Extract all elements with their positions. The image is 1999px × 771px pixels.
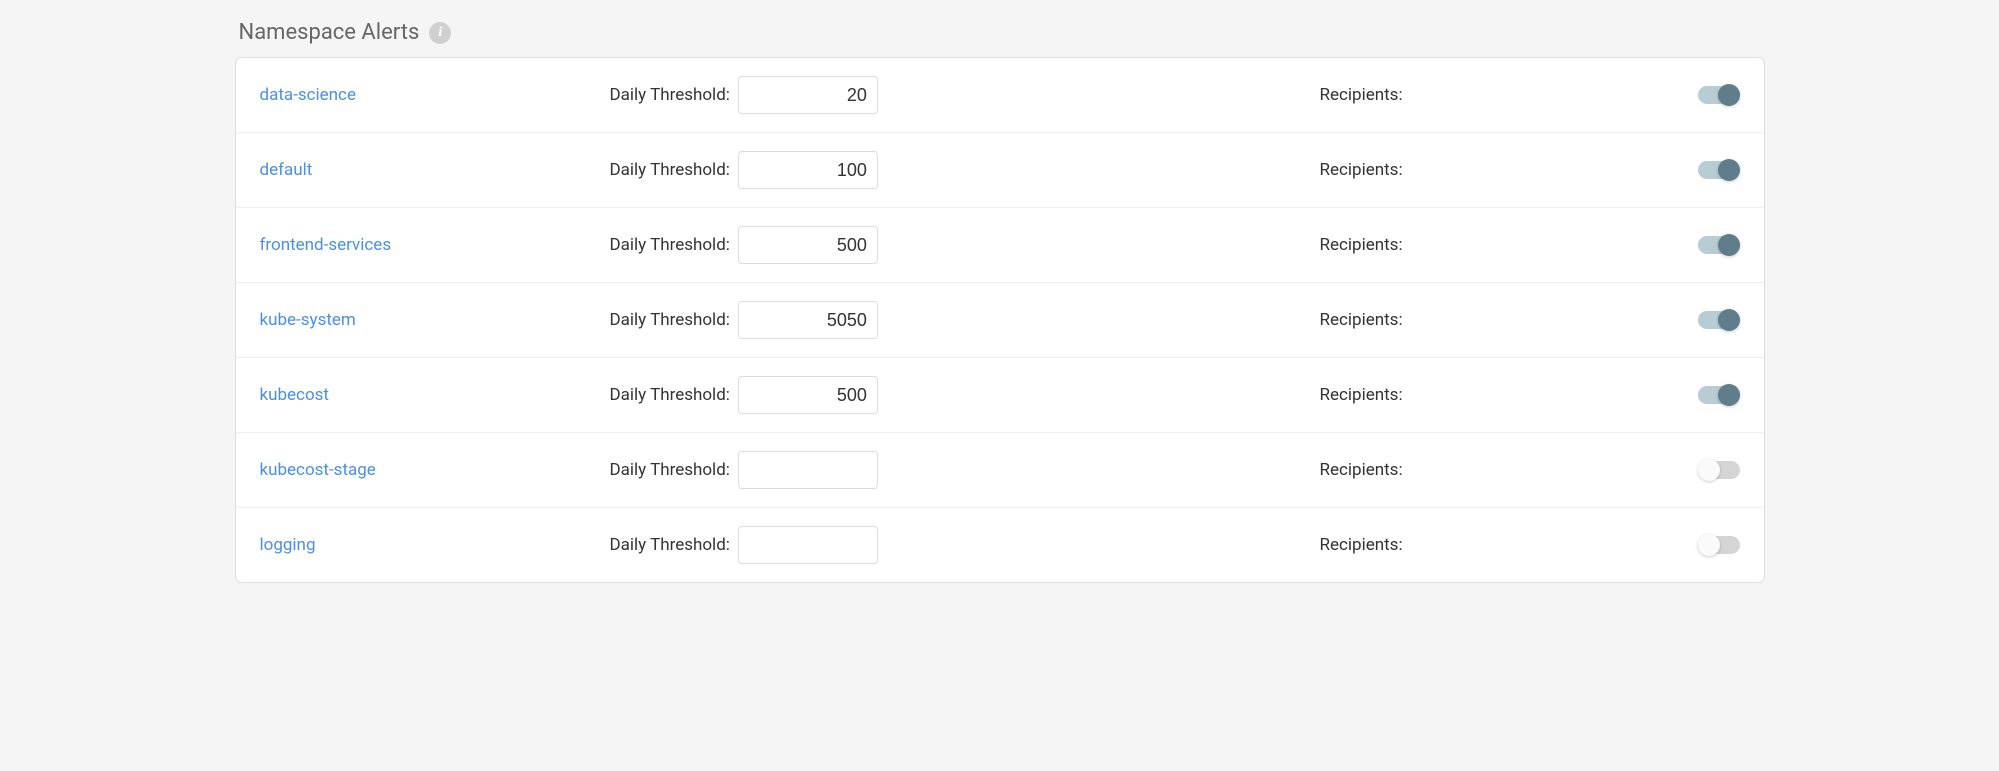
table-row: kubecost-stage Daily Threshold: Recipien… (236, 433, 1764, 508)
namespace-cell: kubecost (260, 385, 610, 405)
recipients-label: Recipients: (1320, 385, 1403, 405)
threshold-cell: Daily Threshold: (610, 151, 890, 189)
threshold-label: Daily Threshold: (610, 385, 730, 405)
namespace-cell: data-science (260, 85, 610, 105)
threshold-label: Daily Threshold: (610, 85, 730, 105)
enable-toggle[interactable] (1698, 311, 1740, 329)
table-row: data-science Daily Threshold: Recipients… (236, 58, 1764, 133)
namespace-link[interactable]: default (260, 160, 313, 180)
alerts-table: data-science Daily Threshold: Recipients… (235, 57, 1765, 583)
enable-toggle[interactable] (1698, 536, 1740, 554)
namespace-cell: default (260, 160, 610, 180)
threshold-input[interactable] (738, 226, 878, 264)
panel-title: Namespace Alerts (239, 20, 420, 45)
recipients-label: Recipients: (1320, 160, 1403, 180)
table-row: frontend-services Daily Threshold: Recip… (236, 208, 1764, 283)
threshold-input[interactable] (738, 451, 878, 489)
threshold-label: Daily Threshold: (610, 310, 730, 330)
namespace-cell: logging (260, 535, 610, 555)
recipients-label: Recipients: (1320, 460, 1403, 480)
namespace-link[interactable]: kube-system (260, 310, 356, 330)
info-icon[interactable]: i (429, 22, 451, 44)
threshold-cell: Daily Threshold: (610, 76, 890, 114)
recipients-cell: Recipients: (1320, 535, 1680, 555)
namespace-cell: kube-system (260, 310, 610, 330)
recipients-cell: Recipients: (1320, 85, 1680, 105)
enable-toggle[interactable] (1698, 86, 1740, 104)
namespace-link[interactable]: data-science (260, 85, 356, 105)
enable-toggle[interactable] (1698, 161, 1740, 179)
threshold-cell: Daily Threshold: (610, 526, 890, 564)
enable-toggle[interactable] (1698, 386, 1740, 404)
recipients-cell: Recipients: (1320, 460, 1680, 480)
threshold-label: Daily Threshold: (610, 460, 730, 480)
recipients-cell: Recipients: (1320, 385, 1680, 405)
panel-header: Namespace Alerts i (235, 20, 1765, 45)
threshold-input[interactable] (738, 151, 878, 189)
recipients-cell: Recipients: (1320, 310, 1680, 330)
enable-toggle[interactable] (1698, 236, 1740, 254)
recipients-cell: Recipients: (1320, 160, 1680, 180)
threshold-cell: Daily Threshold: (610, 301, 890, 339)
threshold-cell: Daily Threshold: (610, 376, 890, 414)
table-row: kubecost Daily Threshold: Recipients: (236, 358, 1764, 433)
threshold-cell: Daily Threshold: (610, 451, 890, 489)
table-row: default Daily Threshold: Recipients: (236, 133, 1764, 208)
namespace-cell: frontend-services (260, 235, 610, 255)
threshold-label: Daily Threshold: (610, 535, 730, 555)
table-row: logging Daily Threshold: Recipients: (236, 508, 1764, 582)
namespace-link[interactable]: frontend-services (260, 235, 392, 255)
namespace-link[interactable]: kubecost-stage (260, 460, 376, 480)
namespace-alerts-panel: Namespace Alerts i data-science Daily Th… (235, 20, 1765, 583)
threshold-input[interactable] (738, 76, 878, 114)
threshold-input[interactable] (738, 301, 878, 339)
threshold-cell: Daily Threshold: (610, 226, 890, 264)
enable-toggle[interactable] (1698, 461, 1740, 479)
threshold-label: Daily Threshold: (610, 160, 730, 180)
recipients-label: Recipients: (1320, 235, 1403, 255)
threshold-input[interactable] (738, 526, 878, 564)
recipients-label: Recipients: (1320, 85, 1403, 105)
namespace-link[interactable]: logging (260, 535, 316, 555)
recipients-cell: Recipients: (1320, 235, 1680, 255)
recipients-label: Recipients: (1320, 310, 1403, 330)
threshold-label: Daily Threshold: (610, 235, 730, 255)
threshold-input[interactable] (738, 376, 878, 414)
namespace-link[interactable]: kubecost (260, 385, 329, 405)
recipients-label: Recipients: (1320, 535, 1403, 555)
namespace-cell: kubecost-stage (260, 460, 610, 480)
table-row: kube-system Daily Threshold: Recipients: (236, 283, 1764, 358)
